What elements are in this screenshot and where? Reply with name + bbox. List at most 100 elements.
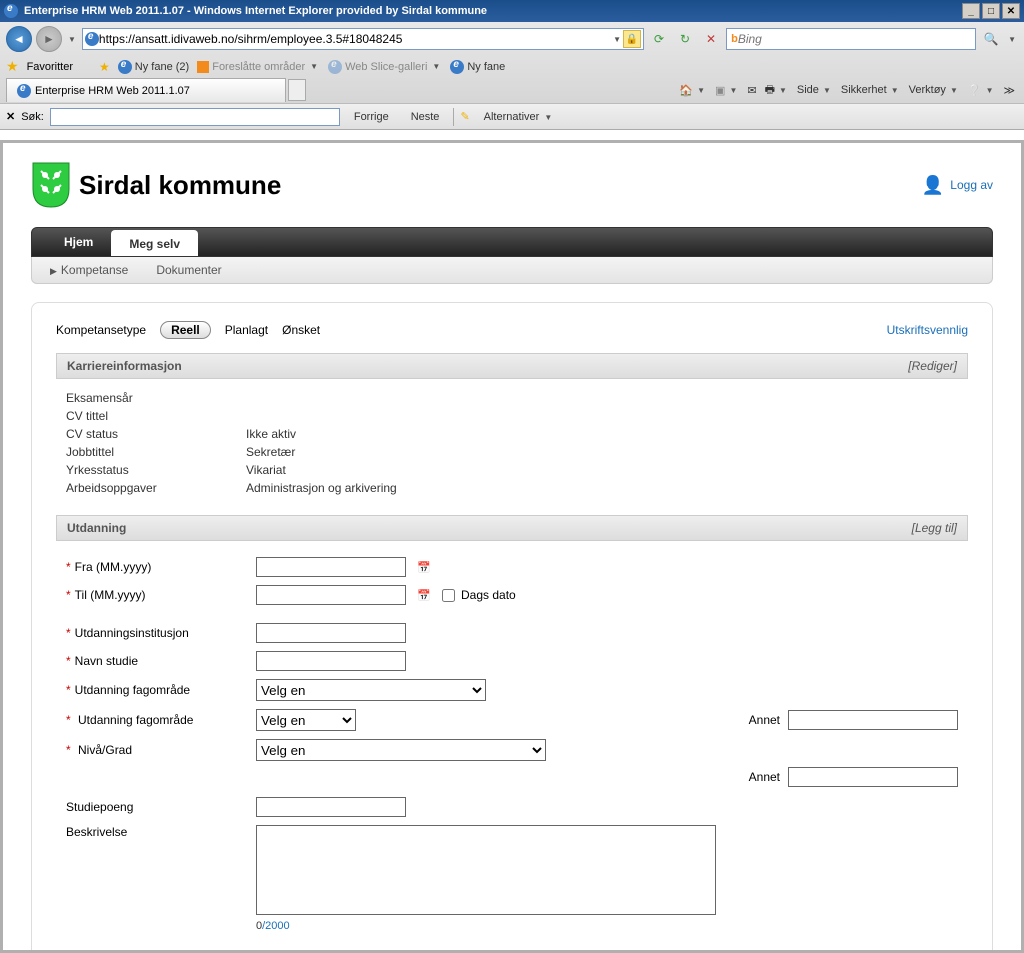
help-icon[interactable]: ❔▼ [965, 84, 999, 97]
print-friendly-link[interactable]: Utskriftsvennlig [887, 323, 968, 337]
url-dropdown[interactable]: ▼ [611, 35, 623, 44]
label-niva: Nivå/Grad [78, 743, 132, 757]
value-cvstatus: Ikke aktiv [246, 427, 296, 441]
favorites-star-icon[interactable]: ★ [6, 58, 19, 75]
value-yrkesstatus: Vikariat [246, 463, 286, 477]
label-beskrivelse: Beskrivelse [66, 825, 256, 839]
input-studiepoeng[interactable] [256, 797, 406, 817]
window-title: Enterprise HRM Web 2011.1.07 - Windows I… [24, 5, 487, 17]
bing-icon: b [731, 33, 738, 45]
fav-item-webslice[interactable]: Web Slice-galleri▼ [328, 60, 442, 74]
search-box[interactable]: b [726, 28, 976, 50]
new-tab-button[interactable] [288, 79, 306, 101]
input-institusjon[interactable] [256, 623, 406, 643]
calendar-icon-til[interactable]: 📅 [416, 587, 432, 603]
textarea-beskrivelse[interactable] [256, 825, 716, 915]
label-fagomrade1: Utdanning fagområde [75, 683, 190, 697]
search-go-icon[interactable]: 🔍 [980, 29, 1002, 49]
find-options-button[interactable]: Alternativer ▼ [476, 109, 563, 125]
window-titlebar: Enterprise HRM Web 2011.1.07 - Windows I… [0, 0, 1024, 22]
label-arbeidsoppgaver: Arbeidsoppgaver [66, 481, 246, 495]
label-jobbtittel: Jobbtittel [66, 445, 246, 459]
refresh-icon[interactable]: ↻ [674, 29, 696, 49]
home-icon[interactable]: 🏠▼ [676, 84, 710, 97]
find-close-icon[interactable]: ✕ [6, 110, 15, 123]
value-jobbtittel: Sekretær [246, 445, 295, 459]
favorites-label[interactable]: Favoritter [27, 61, 73, 73]
ie-logo-icon [4, 4, 18, 18]
fav-item-suggested[interactable]: Foreslåtte områder▼ [197, 61, 320, 73]
add-favorite-icon[interactable]: ★ [99, 60, 110, 74]
search-provider-dropdown[interactable]: ▼ [1006, 35, 1018, 44]
logoff-link[interactable]: 👤 Logg av [922, 175, 993, 196]
tools-menu[interactable]: Verktøy▼ [906, 84, 963, 96]
highlight-icon[interactable]: ✎ [460, 110, 469, 123]
label-fra: Fra (MM.yyyy) [75, 560, 152, 574]
stop-icon[interactable]: ✕ [700, 29, 722, 49]
minimize-button[interactable]: _ [962, 3, 980, 19]
label-cvtittel: CV tittel [66, 409, 246, 423]
input-annet1[interactable] [788, 710, 958, 730]
select-fagomrade2[interactable]: Velg en [256, 709, 356, 731]
find-input[interactable] [50, 108, 340, 126]
search-input[interactable] [738, 32, 971, 46]
competence-type-label: Kompetansetype [56, 323, 146, 337]
fav-item-nyfane[interactable]: Ny fane [450, 60, 505, 74]
label-yrkesstatus: Yrkesstatus [66, 463, 246, 477]
career-edit-link[interactable]: [Rediger] [908, 359, 957, 373]
label-studiepoeng: Studiepoeng [66, 800, 256, 814]
label-til: Til (MM.yyyy) [75, 588, 146, 602]
value-arbeidsoppgaver: Administrasjon og arkivering [246, 481, 397, 495]
main-tabs: Hjem Meg selv [31, 227, 993, 257]
label-fagomrade2: Utdanning fagområde [78, 713, 193, 727]
calendar-icon-fra[interactable]: 📅 [416, 559, 432, 575]
feeds-icon[interactable]: ▣▼ [712, 84, 742, 97]
tab-title: Enterprise HRM Web 2011.1.07 [35, 85, 190, 97]
education-add-link[interactable]: [Legg til] [912, 521, 957, 535]
url-input[interactable] [99, 32, 611, 46]
print-icon[interactable]: 🖶▼ [762, 81, 792, 100]
tab-self[interactable]: Meg selv [111, 230, 198, 256]
input-navnstudie[interactable] [256, 651, 406, 671]
subtab-kompetanse[interactable]: ▶Kompetanse [50, 263, 128, 277]
label-cvstatus: CV status [66, 427, 246, 441]
fav-item-nyfane2[interactable]: Ny fane (2) [118, 60, 189, 74]
select-fagomrade1[interactable]: Velg en [256, 679, 486, 701]
municipality-shield-icon [31, 161, 71, 209]
label-navnstudie: Navn studie [75, 654, 138, 668]
safety-menu[interactable]: Sikkerhet▼ [838, 84, 904, 96]
select-niva[interactable]: Velg en [256, 739, 546, 761]
input-til[interactable] [256, 585, 406, 605]
expand-icon[interactable]: ≫ [1000, 84, 1018, 97]
lock-icon[interactable]: 🔒 [623, 30, 641, 48]
find-next-button[interactable]: Neste [403, 109, 448, 125]
nav-history-dropdown[interactable]: ▼ [66, 35, 78, 44]
subtab-dokumenter[interactable]: Dokumenter [156, 263, 221, 277]
maximize-button[interactable]: □ [982, 3, 1000, 19]
back-button[interactable]: ◄ [6, 26, 32, 52]
find-prev-button[interactable]: Forrige [346, 109, 397, 125]
label-institusjon: Utdanningsinstitusjon [75, 626, 189, 640]
input-annet2[interactable] [788, 767, 958, 787]
filter-reell[interactable]: Reell [160, 321, 211, 339]
filter-planlagt[interactable]: Planlagt [225, 323, 268, 337]
education-header: Utdanning [Legg til] [56, 515, 968, 541]
mail-icon[interactable]: ✉ [744, 84, 759, 97]
tab-icon [17, 84, 31, 98]
filter-onsket[interactable]: Ønsket [282, 323, 320, 337]
address-bar[interactable]: ▼ 🔒 [82, 28, 644, 50]
compat-view-icon[interactable]: ⟳ [648, 29, 670, 49]
label-annet2: Annet [738, 770, 788, 784]
input-fra[interactable] [256, 557, 406, 577]
tab-home[interactable]: Hjem [46, 228, 111, 256]
page-menu[interactable]: Side▼ [794, 84, 836, 96]
label-dagsdato: Dags dato [461, 588, 516, 602]
browser-tab[interactable]: Enterprise HRM Web 2011.1.07 [6, 78, 286, 102]
user-icon: 👤 [922, 175, 944, 196]
close-button[interactable]: ✕ [1002, 3, 1020, 19]
char-counter: 0/2000 [256, 920, 716, 932]
checkbox-dagsdato[interactable] [442, 589, 455, 602]
sub-tabs: ▶Kompetanse Dokumenter [31, 257, 993, 284]
forward-button[interactable]: ► [36, 26, 62, 52]
career-header: Karriereinformasjon [Rediger] [56, 353, 968, 379]
